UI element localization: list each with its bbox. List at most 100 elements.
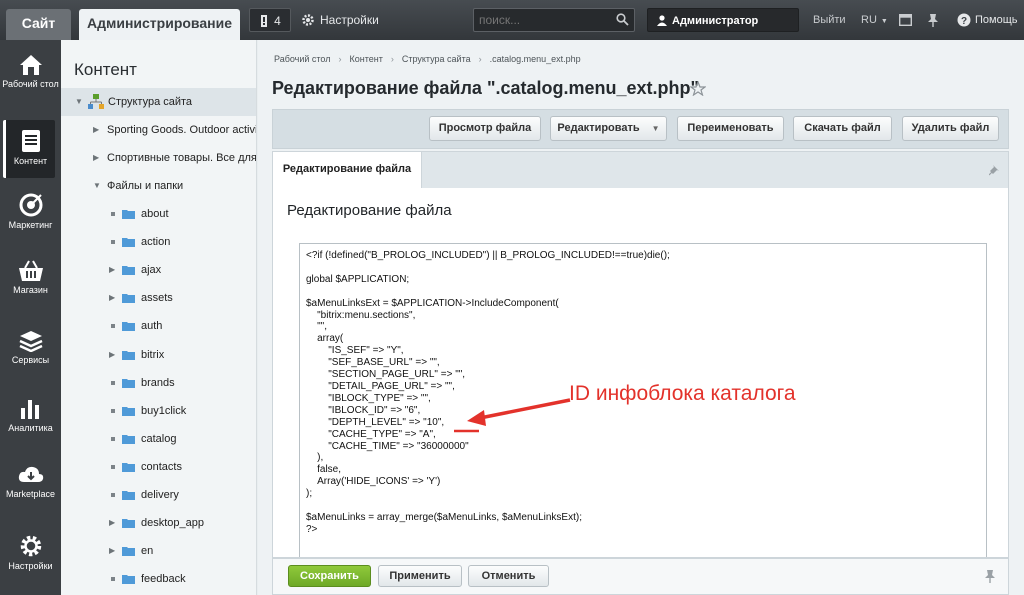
language-select[interactable]: RU ▼ [861,8,888,32]
folder-icon [122,378,135,388]
nav-item-content[interactable]: Контент [3,120,55,178]
delete-file-button[interactable]: Удалить файл [902,116,999,141]
tab-edit-file[interactable]: Редактирование файла [273,152,422,189]
tree-item-folder[interactable]: ▶ en [61,537,256,565]
nav-item-label: Маркетинг [8,220,53,230]
search-icon[interactable] [616,13,629,26]
annotation-text: ID инфоблока каталога [569,382,796,405]
breadcrumb-item[interactable]: Рабочий стол [274,54,331,64]
notification-icon [261,15,268,27]
tree-item-folder[interactable]: buy1click [61,397,256,425]
nav-item-analytics[interactable]: Аналитика [0,398,61,460]
tab-site[interactable]: Сайт [6,9,71,40]
tree-item-folder[interactable]: contacts [61,453,256,481]
notifications-count: 4 [274,14,281,28]
tree-item-label: Спортивные товары. Все для активного отд… [107,152,257,164]
tree-item-files-folders[interactable]: ▼ Файлы и папки [61,172,256,200]
breadcrumb: Рабочий стол › Контент › Структура сайта › .ca… [274,54,581,64]
window-icon[interactable] [899,14,912,26]
breadcrumb-separator-icon: › [390,54,394,64]
search-input[interactable] [474,9,612,31]
nav-item-services[interactable]: Сервисы [0,330,61,392]
breadcrumb-item[interactable]: Контент [350,54,383,64]
bullet-icon [111,380,115,385]
panel-tabs: Редактирование файла [272,151,1009,189]
folder-icon [122,547,135,557]
tab-administration[interactable]: Администрирование [79,9,240,40]
collapsed-arrow-icon: ▶ [93,125,100,134]
notifications-button[interactable]: 4 [249,8,291,32]
tree-item-label: Sporting Goods. Outdoor activities [107,124,256,136]
edit-label: Редактировать [557,122,640,134]
nav-item-label: Магазин [13,285,48,295]
breadcrumb-item[interactable]: Структура сайта [402,54,471,64]
nav-item-shop[interactable]: Магазин [0,260,61,322]
edit-dropdown-button[interactable]: Редактировать ▼ [550,116,667,141]
nav-item-desktop[interactable]: Рабочий стол [0,54,61,116]
tree-item-folder[interactable]: catalog [61,425,256,453]
pin-icon[interactable] [984,569,996,583]
apply-button[interactable]: Применить [378,565,462,587]
tree-item-label: auth [141,320,163,333]
tree-item-folder[interactable]: brands [61,369,256,397]
collapsed-arrow-icon: ▶ [109,518,116,528]
tree-item-label: action [141,236,171,249]
tree-item-label: contacts [141,460,182,473]
tree-item-label: assets [141,292,173,305]
user-button[interactable]: Администратор магазина [647,8,799,51]
nav-item-label: Рабочий стол [2,79,59,89]
chevron-down-icon: ▼ [651,124,660,133]
tree-item-folder[interactable]: about [61,200,256,228]
bottom-bar: Сохранить Применить Отменить [272,558,1009,595]
tree-item-folder[interactable]: ▶ desktop_app [61,509,256,537]
folder-icon [122,575,135,585]
breadcrumb-item[interactable]: .catalog.menu_ext.php [490,54,581,64]
folder-icon [122,434,135,444]
bullet-icon [111,212,115,216]
tree-item-site-structure[interactable]: ▼ Структура сайта [61,88,256,116]
tree-item-label: ajax [141,264,162,277]
site-structure-icon [88,94,104,109]
bullet-icon [111,577,115,582]
bullet-icon [111,493,115,497]
bar-chart-icon [20,400,39,419]
exit-link[interactable]: Выйти [813,8,846,32]
help-link[interactable]: ? Помощь [957,8,1018,32]
tree-item-label: desktop_app [141,517,204,530]
tree-item-folder[interactable]: ▶ bitrix [61,341,256,369]
folder-icon [122,238,135,248]
basket-icon [18,260,43,281]
tree-item-site[interactable]: ▶ Спортивные товары. Все для активного о… [61,144,257,172]
settings-link[interactable]: Настройки [302,8,379,32]
download-file-button[interactable]: Скачать файл [793,116,892,141]
pin-icon[interactable] [989,164,1000,176]
tree-item-folder[interactable]: delivery [61,481,256,509]
user-icon [657,15,667,26]
cancel-button[interactable]: Отменить [468,565,549,587]
rename-button[interactable]: Переименовать [677,116,784,141]
tree-item-folder[interactable]: action [61,228,256,256]
star-icon[interactable] [690,81,706,96]
collapsed-arrow-icon: ▶ [109,546,116,556]
tree-item-folder[interactable]: feedback [61,565,256,593]
folder-icon [122,462,135,472]
help-icon: ? [957,13,971,27]
tree-item-folder[interactable]: ▶ ajax [61,256,256,284]
tree-item-site[interactable]: ▶ Sporting Goods. Outdoor activities [61,116,256,144]
view-file-button[interactable]: Просмотр файла [429,116,541,141]
folder-icon [122,406,135,416]
nav-item-marketing[interactable]: Маркетинг [0,193,61,255]
top-bar: Сайт Администрирование 4 Настройки Админ… [0,0,1024,51]
collapsed-arrow-icon: ▶ [109,293,116,303]
bullet-icon [111,408,115,413]
tree-item-label: bitrix [141,348,165,361]
pin-icon[interactable] [927,13,939,27]
tree-item-label: Структура сайта [108,96,193,108]
nav-item-settings[interactable]: Настройки [0,534,61,595]
folder-icon [122,322,135,332]
tree-item-folder[interactable]: ▶ assets [61,284,256,312]
save-button[interactable]: Сохранить [288,565,371,587]
nav-item-marketplace[interactable]: Marketplace [0,464,61,526]
folder-icon [122,350,135,360]
tree-item-folder[interactable]: auth [61,312,256,340]
